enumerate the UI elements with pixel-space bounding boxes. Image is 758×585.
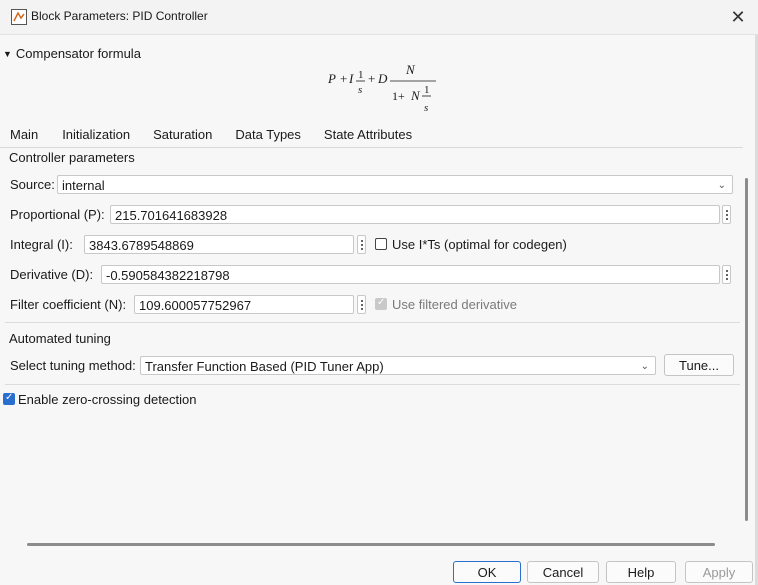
chevron-down-icon: ⌄: [717, 180, 726, 191]
filter-coefficient-input[interactable]: 109.600057752967: [134, 295, 354, 314]
controller-parameters-label: Controller parameters: [9, 150, 135, 165]
ok-button[interactable]: OK: [453, 561, 521, 583]
svg-text:N: N: [410, 88, 421, 103]
tab-bar: Main Initialization Saturation Data Type…: [3, 124, 428, 149]
tuning-method-dropdown[interactable]: Transfer Function Based (PID Tuner App) …: [140, 356, 656, 375]
proportional-label: Proportional (P):: [10, 207, 105, 222]
use-filtered-derivative-checkbox: ✓: [375, 297, 387, 310]
tab-data-types[interactable]: Data Types: [228, 124, 308, 149]
compensator-formula: P + I 1 s + D N 1+ N 1 s: [327, 62, 436, 114]
source-dropdown[interactable]: internal ⌄: [57, 175, 733, 194]
simulink-block-icon: [11, 9, 27, 25]
vertical-scrollbar[interactable]: [745, 178, 748, 521]
tuning-method-label: Select tuning method:: [10, 358, 136, 373]
svg-text:1+: 1+: [392, 89, 405, 103]
collapse-triangle-icon: ▼: [3, 49, 12, 59]
derivative-more-icon[interactable]: [722, 265, 731, 284]
filter-coefficient-more-icon[interactable]: [357, 295, 366, 314]
svg-text:+: +: [340, 71, 347, 86]
proportional-more-icon[interactable]: [722, 205, 731, 224]
tab-main[interactable]: Main: [3, 124, 46, 149]
svg-text:1: 1: [358, 69, 364, 81]
integral-label: Integral (I):: [10, 237, 73, 252]
use-filtered-derivative-label: Use filtered derivative: [392, 297, 517, 312]
svg-text:I: I: [348, 71, 354, 86]
zero-crossing-label: Enable zero-crossing detection: [18, 392, 197, 407]
horizontal-scrollbar[interactable]: [27, 543, 715, 546]
title-bar: Block Parameters: PID Controller ✕: [0, 0, 758, 35]
zero-crossing-checkbox[interactable]: ✓: [3, 392, 15, 405]
derivative-label: Derivative (D):: [10, 267, 94, 282]
tab-initialization[interactable]: Initialization: [55, 124, 137, 149]
compensator-formula-label: Compensator formula: [15, 46, 141, 61]
svg-text:P: P: [327, 71, 336, 86]
svg-text:s: s: [358, 84, 362, 96]
source-label: Source:: [10, 177, 55, 192]
window-title: Block Parameters: PID Controller: [31, 9, 208, 23]
apply-button[interactable]: Apply: [685, 561, 753, 583]
filter-coefficient-label: Filter coefficient (N):: [10, 297, 127, 312]
integral-input[interactable]: 3843.6789548869: [84, 235, 354, 254]
use-its-checkbox[interactable]: [375, 238, 387, 250]
main-tab-panel: Controller parameters Source: internal ⌄…: [0, 147, 743, 562]
cancel-button[interactable]: Cancel: [527, 561, 599, 583]
source-value: internal: [62, 178, 105, 193]
compensator-formula-header[interactable]: ▼ Compensator formula: [3, 46, 141, 61]
svg-text:D: D: [377, 71, 388, 86]
section-divider: [5, 322, 740, 323]
svg-text:1: 1: [424, 84, 430, 96]
derivative-input[interactable]: -0.590584382218798: [101, 265, 720, 284]
tuning-method-value: Transfer Function Based (PID Tuner App): [145, 359, 384, 374]
help-button[interactable]: Help: [606, 561, 676, 583]
dialog-content: ▼ Compensator formula P + I 1 s + D N 1+ …: [0, 35, 755, 585]
svg-text:+: +: [368, 71, 375, 86]
proportional-input[interactable]: 215.701641683928: [110, 205, 720, 224]
section-divider: [5, 384, 740, 385]
chevron-down-icon: ⌄: [640, 361, 649, 372]
use-its-label: Use I*Ts (optimal for codegen): [392, 237, 567, 252]
integral-more-icon[interactable]: [357, 235, 366, 254]
close-icon: ✕: [730, 6, 746, 27]
svg-text:N: N: [405, 62, 416, 77]
automated-tuning-label: Automated tuning: [9, 331, 111, 346]
close-button[interactable]: ✕: [718, 0, 758, 34]
tab-saturation[interactable]: Saturation: [146, 124, 219, 149]
svg-text:s: s: [424, 102, 428, 114]
tab-state-attributes[interactable]: State Attributes: [317, 124, 419, 149]
tune-button[interactable]: Tune...: [664, 354, 734, 376]
